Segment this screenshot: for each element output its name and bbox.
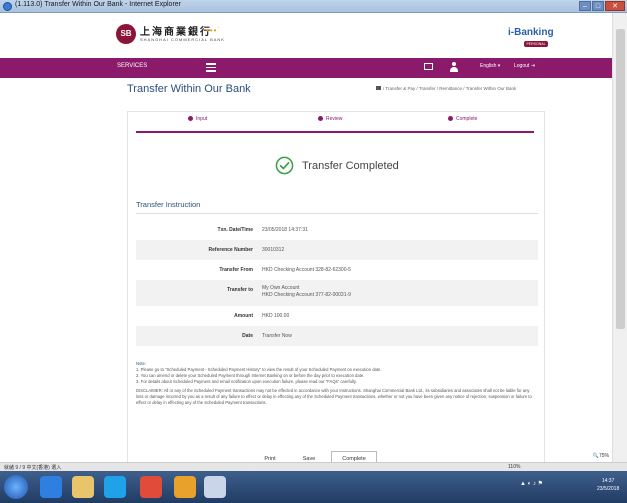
close-button[interactable]: ✕ xyxy=(605,1,625,11)
save-button[interactable]: Save xyxy=(292,451,326,462)
row-value: Transfer Now xyxy=(262,333,292,339)
row-value-line1: My Own Account xyxy=(262,285,300,291)
row-value: HKD Checking Account 328-82-62300-5 xyxy=(262,267,351,273)
ime-status-right: 110% xyxy=(508,464,521,470)
nav-services[interactable]: SERVICES xyxy=(117,63,147,69)
step-review: Review xyxy=(318,116,342,132)
check-circle-icon xyxy=(275,156,294,175)
ime-status-left: 就緒 9 / 9 中文(香港) 選入 xyxy=(4,465,62,471)
app-taskbar-icon[interactable] xyxy=(174,476,196,498)
window-titlebar: (1.113.0) Transfer Within Our Bank - Int… xyxy=(0,0,627,13)
window-controls: – □ ✕ xyxy=(579,1,625,11)
breadcrumb: / Transfer & Pay / Transfer / Remittance… xyxy=(376,86,516,91)
row-label: Transfer From xyxy=(219,267,253,273)
start-button[interactable] xyxy=(4,475,28,499)
ie-taskbar-icon[interactable] xyxy=(40,476,62,498)
bank-name-en: SHANGHAI COMMERCIAL BANK xyxy=(140,37,225,42)
complete-button[interactable]: Complete xyxy=(331,451,377,462)
logout-icon: ⇥ xyxy=(530,63,535,69)
step-complete: Complete xyxy=(448,116,477,132)
row-label: Date xyxy=(242,333,253,339)
logout-link[interactable]: Logout ⇥ xyxy=(514,63,535,69)
row-value-line2: HKD Checking Account 377-82-00031-9 xyxy=(262,292,351,298)
row-value: 23/05/2018 14:37:31 xyxy=(262,227,308,233)
ibanking-logo: i-Banking xyxy=(508,27,554,38)
section-title: Transfer Instruction xyxy=(136,200,201,209)
maximize-button[interactable]: □ xyxy=(592,1,604,11)
system-tray[interactable]: ▲ ◐ ♪ ⚑ xyxy=(520,480,543,487)
instruction-table: Txn. Date/Time 23/05/2018 14:37:31 Refer… xyxy=(136,220,538,346)
section-divider xyxy=(136,213,538,214)
notes-block: Note: 1. Please go to "Scheduled Payment… xyxy=(136,361,538,406)
browser-viewport: SB 上海商業銀行 SHANGHAI COMMERCIAL BANK •••˙ … xyxy=(0,13,627,462)
nav-bar: SERVICES English ▾ Logout ⇥ xyxy=(0,58,612,78)
table-row: Reference Number 30010312 xyxy=(136,240,538,260)
site-header: SB 上海商業銀行 SHANGHAI COMMERCIAL BANK •••˙ … xyxy=(0,13,612,55)
clock-date: 23/5/2018 xyxy=(597,486,620,492)
table-row: Transfer to My Own Account HKD Checking … xyxy=(136,280,538,306)
table-row: Date Transfer Now xyxy=(136,326,538,346)
row-value: My Own Account HKD Checking Account 377-… xyxy=(262,285,351,299)
window-title: (1.113.0) Transfer Within Our Bank - Int… xyxy=(15,1,181,8)
menu-icon[interactable] xyxy=(206,63,216,72)
page-title: Transfer Within Our Bank xyxy=(127,83,251,95)
table-row: Transfer From HKD Checking Account 328-8… xyxy=(136,260,538,280)
window-taskbar-icon[interactable] xyxy=(204,476,226,498)
scrollbar-thumb[interactable] xyxy=(616,29,625,329)
step-label: Review xyxy=(326,116,343,122)
step-dot-icon xyxy=(188,116,193,122)
progress-steps: Input Review Complete xyxy=(136,116,534,133)
row-label: Transfer to xyxy=(227,287,253,293)
bank-name-cn: 上海商業銀行 xyxy=(140,27,212,38)
user-icon[interactable] xyxy=(450,62,458,72)
action-buttons: Print Save Complete xyxy=(253,451,377,462)
status-title: Transfer Completed xyxy=(302,160,399,172)
row-label: Txn. Date/Time xyxy=(217,227,253,233)
taskbar-clock[interactable]: 14:37 23/5/2018 xyxy=(597,477,619,493)
taskbar: ▲ ◐ ♪ ⚑ 14:37 23/5/2018 xyxy=(0,471,627,503)
step-progress-bar xyxy=(136,131,534,133)
ie-icon xyxy=(3,2,12,11)
bank-logo-icon[interactable]: SB xyxy=(116,24,136,44)
mail-icon[interactable] xyxy=(424,63,433,70)
minimize-button[interactable]: – xyxy=(579,1,591,11)
home-icon[interactable] xyxy=(376,86,381,90)
language-selector[interactable]: English ▾ xyxy=(480,63,500,69)
disclaimer: DISCLAIMER: All or any of the Scheduled … xyxy=(136,388,532,405)
row-label: Reference Number xyxy=(208,247,253,253)
row-value: 30010312 xyxy=(262,247,285,253)
step-label: Input xyxy=(196,116,208,122)
zoom-value: 75% xyxy=(598,453,609,459)
table-row: Txn. Date/Time 23/05/2018 14:37:31 xyxy=(136,220,538,240)
step-label: Complete xyxy=(456,116,478,122)
transfer-card: Input Review Complete Transfer Completed… xyxy=(127,111,545,462)
row-label: Amount xyxy=(234,313,253,319)
step-dot-icon xyxy=(318,116,323,122)
clock-time: 14:37 xyxy=(601,478,615,484)
ibanking-badge: PERSONAL xyxy=(524,41,548,47)
row-value: HKD 100.00 xyxy=(262,313,290,319)
ime-status-bar: 就緒 9 / 9 中文(香港) 選入 110% xyxy=(0,462,627,471)
print-button[interactable]: Print xyxy=(253,451,287,462)
breadcrumb-path[interactable]: / Transfer & Pay / Transfer / Remittance… xyxy=(383,86,516,91)
media-taskbar-icon[interactable] xyxy=(104,476,126,498)
step-dot-icon xyxy=(448,116,453,122)
decorative-dots-icon: •••˙ xyxy=(206,26,222,35)
vertical-scrollbar[interactable] xyxy=(612,13,627,462)
note-item: 3. For details about Scheduled Payment a… xyxy=(136,379,357,384)
table-row: Amount HKD 100.00 xyxy=(136,306,538,326)
folder-taskbar-icon[interactable] xyxy=(72,476,94,498)
step-input: Input xyxy=(188,116,207,132)
logout-label: Logout xyxy=(514,63,530,69)
chrome-taskbar-icon[interactable] xyxy=(140,476,162,498)
zoom-level[interactable]: 🔍75% xyxy=(593,453,609,459)
